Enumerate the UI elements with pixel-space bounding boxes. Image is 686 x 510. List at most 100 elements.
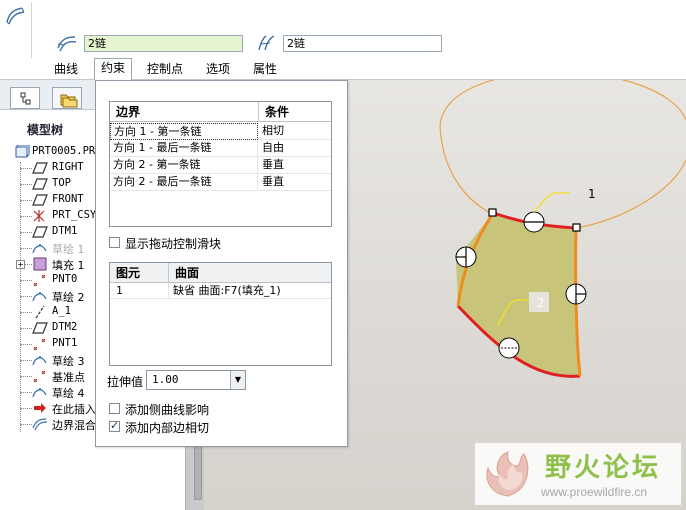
- tree-item-label: A_1: [52, 305, 71, 317]
- stretch-value-label: 拉伸值: [107, 375, 144, 389]
- datum-point-icon: [32, 369, 48, 383]
- datum-plane-icon: [32, 193, 48, 207]
- tree-item-label: 草绘 1: [52, 243, 85, 256]
- add-inner-edge-tangent-checkbox[interactable]: [109, 419, 120, 432]
- dashboard: 2链 2链 曲线 约束 控制点 选项 属性: [0, 0, 686, 80]
- stretch-value[interactable]: 1.00: [152, 373, 179, 386]
- datum-axis-icon: [32, 305, 48, 319]
- tree-branch: [20, 280, 32, 281]
- sketch-icon: [32, 385, 48, 399]
- tree-branch: [20, 424, 32, 425]
- condition-cell[interactable]: 相切: [258, 123, 331, 140]
- tree-item-label: PRT0005.PRT: [32, 145, 102, 157]
- boundary-constraint-table: 边界 条件 方向 1 - 第一条链 相切 方向 1 - 最后一条链 自由 方向 …: [109, 101, 332, 227]
- boundary-row[interactable]: 方向 1 - 最后一条链 自由: [110, 140, 331, 157]
- datum-plane-icon: [32, 321, 48, 335]
- tangent-constraint-handle[interactable]: [523, 211, 545, 233]
- add-side-curve-label: 添加侧曲线影响: [125, 403, 210, 417]
- add-inner-edge-tangent-label: 添加内部边相切: [125, 421, 210, 435]
- watermark: 野火论坛 www.proewildfire.cn: [475, 443, 681, 505]
- stretch-value-combobox[interactable]: 1.00 ▼: [146, 370, 246, 390]
- first-direction-icon[interactable]: [56, 34, 78, 52]
- second-direction-chain-field[interactable]: 2链: [283, 35, 442, 52]
- datum-point-icon: [32, 337, 48, 351]
- second-direction-icon[interactable]: [256, 34, 278, 52]
- tree-branch: [20, 168, 32, 169]
- tree-branch: [20, 392, 32, 393]
- add-side-curve-checkbox[interactable]: [109, 403, 120, 414]
- condition-cell[interactable]: 自由: [258, 140, 331, 157]
- element-cell: 1: [116, 284, 123, 297]
- tab-curves[interactable]: 曲线: [50, 60, 82, 80]
- chain-label-2: 2: [537, 296, 545, 310]
- tree-branch: [20, 200, 32, 201]
- csys-icon: [32, 209, 48, 223]
- fill-icon: [32, 257, 48, 271]
- tree-item-label: PNT1: [52, 337, 78, 349]
- condition-cell[interactable]: 垂直: [258, 174, 331, 191]
- tree-item-label: 填充 1: [52, 259, 85, 272]
- sketch-icon: [32, 353, 48, 367]
- tree-branch: [20, 376, 32, 377]
- datum-plane-icon: [32, 225, 48, 239]
- element-row[interactable]: 1 缺省 曲面:F7(填充_1): [110, 283, 331, 299]
- sketch-icon: [32, 289, 48, 303]
- boundary-table-header: 边界 条件: [110, 102, 331, 122]
- boundary-row[interactable]: 方向 2 - 最后一条链 垂直: [110, 174, 331, 191]
- tree-item-label: 草绘 3: [52, 355, 85, 368]
- tab-properties[interactable]: 属性: [249, 60, 281, 80]
- condition-cell[interactable]: 垂直: [258, 157, 331, 174]
- model-tree-tab[interactable]: [10, 87, 40, 109]
- tree-branch: [20, 296, 32, 297]
- tree-branch: [20, 232, 32, 233]
- boundary-row[interactable]: 方向 2 - 第一条链 垂直: [110, 157, 331, 174]
- tree-item-label: 在此插入: [52, 403, 96, 416]
- splitter-handle[interactable]: [194, 440, 202, 500]
- tree-item-label: 草绘 2: [52, 291, 85, 304]
- first-direction-chain-field[interactable]: 2链: [84, 35, 243, 52]
- datum-plane-icon: [32, 161, 48, 175]
- dashboard-tabs: 曲线 约束 控制点 选项 属性: [0, 58, 686, 80]
- tree-branch: [20, 328, 32, 329]
- boundary-cell: 方向 1 - 最后一条链: [110, 140, 258, 157]
- leader-line-1: [533, 192, 570, 213]
- element-table-header: 图元 曲面: [110, 263, 331, 283]
- corner-point: [572, 223, 581, 232]
- boundary-row[interactable]: 方向 1 - 第一条链 相切: [110, 123, 331, 140]
- model-tree-title: 模型树: [27, 123, 64, 137]
- watermark-title: 野火论坛: [545, 453, 662, 483]
- show-drag-sliders-checkbox[interactable]: [109, 237, 120, 248]
- sketch-arc-lower: [439, 124, 686, 229]
- tree-item-label: PNT0: [52, 273, 78, 285]
- insert-arrow-icon: [32, 401, 48, 415]
- datum-plane-icon: [32, 177, 48, 191]
- element-column-header: 图元: [116, 266, 141, 280]
- tree-item-label: 草绘 4: [52, 387, 85, 400]
- boundary-blend-icon: [32, 417, 48, 431]
- tab-constraints[interactable]: 约束: [94, 58, 132, 80]
- dropdown-arrow-icon[interactable]: ▼: [230, 371, 245, 389]
- folder-browser-tab[interactable]: [52, 87, 82, 109]
- boundary-column-header: 边界: [116, 105, 141, 119]
- boundary-blend-icon: [4, 6, 26, 26]
- surface-cell[interactable]: 缺省 曲面:F7(填充_1): [168, 283, 281, 299]
- boundary-cell: 方向 2 - 第一条链: [110, 157, 258, 174]
- chain-label-1: 1: [588, 187, 596, 201]
- corner-point: [488, 208, 497, 217]
- normal-constraint-handle-right[interactable]: [565, 283, 587, 305]
- tree-item-label: DTM1: [52, 225, 78, 237]
- tab-control-points[interactable]: 控制点: [142, 60, 188, 80]
- folder-icon: [60, 94, 78, 108]
- tree-item-label: 边界混合: [52, 419, 96, 432]
- tree-branch: [20, 360, 32, 361]
- tree-item-label: 基准点: [52, 371, 85, 384]
- tree-branch: [20, 344, 32, 345]
- expand-icon[interactable]: +: [16, 260, 25, 269]
- separator: [31, 2, 32, 58]
- surface-column-header: 曲面: [168, 263, 333, 283]
- tab-options[interactable]: 选项: [202, 60, 234, 80]
- normal-constraint-handle-left[interactable]: [455, 246, 477, 268]
- tree-branch: [20, 248, 32, 249]
- free-constraint-handle[interactable]: [498, 337, 520, 359]
- sketch-icon: [32, 241, 48, 255]
